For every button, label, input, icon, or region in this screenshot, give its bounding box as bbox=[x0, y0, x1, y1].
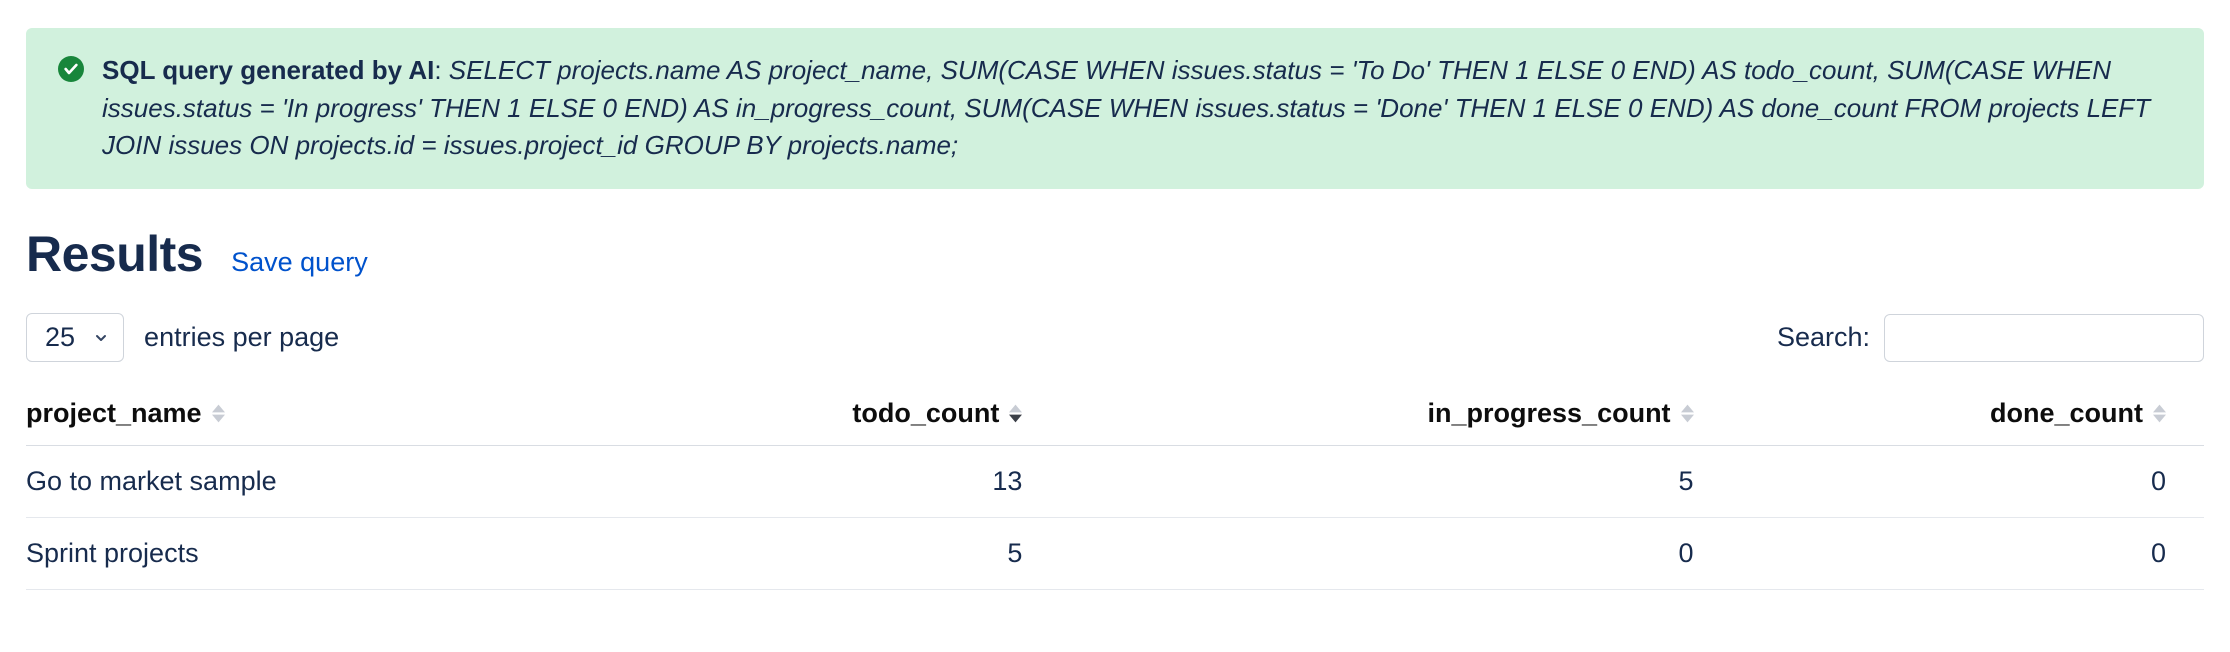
controls-row: 25 entries per page Search: bbox=[26, 313, 2204, 362]
entries-per-page-label: entries per page bbox=[144, 322, 339, 353]
cell-in_progress_count: 5 bbox=[1060, 446, 1731, 518]
cell-project_name: Sprint projects bbox=[26, 518, 601, 590]
sort-icon bbox=[1009, 404, 1022, 423]
sql-alert: SQL query generated by AI: SELECT projec… bbox=[26, 28, 2204, 189]
column-header-done_count[interactable]: done_count bbox=[1732, 382, 2204, 446]
sort-icon bbox=[2153, 404, 2166, 423]
results-header: Results Save query bbox=[26, 225, 2204, 283]
left-controls: 25 entries per page bbox=[26, 313, 339, 362]
results-title: Results bbox=[26, 225, 203, 283]
cell-project_name: Go to market sample bbox=[26, 446, 601, 518]
save-query-link[interactable]: Save query bbox=[231, 247, 368, 278]
page-size-select[interactable]: 25 bbox=[26, 313, 124, 362]
right-controls: Search: bbox=[1777, 314, 2204, 362]
cell-done_count: 0 bbox=[1732, 446, 2204, 518]
column-header-in_progress_count[interactable]: in_progress_count bbox=[1060, 382, 1731, 446]
column-label: todo_count bbox=[852, 398, 999, 429]
column-label: done_count bbox=[1990, 398, 2143, 429]
cell-todo_count: 5 bbox=[601, 518, 1060, 590]
chevron-down-icon bbox=[93, 322, 109, 353]
success-check-icon bbox=[58, 56, 84, 82]
sql-alert-prefix: SQL query generated by AI bbox=[102, 55, 434, 85]
page-size-value: 25 bbox=[45, 322, 75, 353]
table-row: Sprint projects500 bbox=[26, 518, 2204, 590]
column-header-todo_count[interactable]: todo_count bbox=[601, 382, 1060, 446]
search-input[interactable] bbox=[1884, 314, 2204, 362]
sort-icon bbox=[212, 404, 225, 423]
column-header-project_name[interactable]: project_name bbox=[26, 382, 601, 446]
column-label: project_name bbox=[26, 398, 202, 429]
results-table: project_name todo_count in_progress_count d… bbox=[26, 382, 2204, 590]
cell-todo_count: 13 bbox=[601, 446, 1060, 518]
cell-done_count: 0 bbox=[1732, 518, 2204, 590]
table-row: Go to market sample1350 bbox=[26, 446, 2204, 518]
sort-icon bbox=[1681, 404, 1694, 423]
cell-in_progress_count: 0 bbox=[1060, 518, 1731, 590]
results-table-body: Go to market sample1350Sprint projects50… bbox=[26, 446, 2204, 590]
column-label: in_progress_count bbox=[1428, 398, 1671, 429]
results-table-head: project_name todo_count in_progress_count d… bbox=[26, 382, 2204, 446]
sql-alert-body: SQL query generated by AI: SELECT projec… bbox=[102, 52, 2172, 165]
sql-alert-separator: : bbox=[434, 55, 448, 85]
search-label: Search: bbox=[1777, 322, 1870, 353]
success-icon-wrap bbox=[58, 52, 84, 82]
